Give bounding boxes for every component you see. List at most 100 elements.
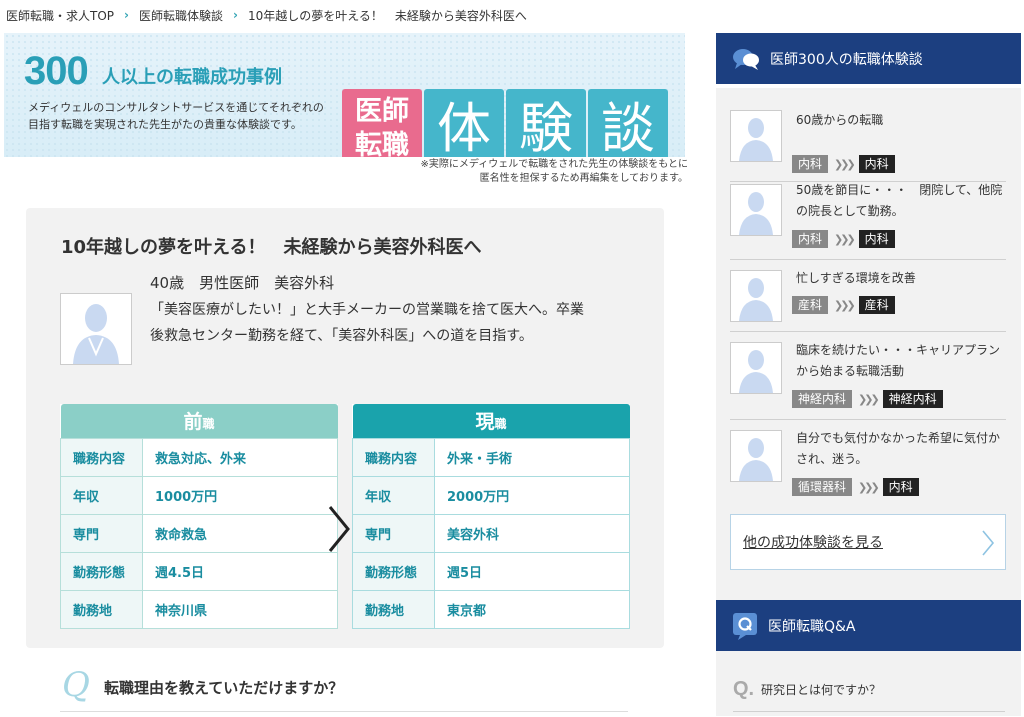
sidebar-story-title: 臨床を続けたい・・・キャリアプランから始まる転職活動 <box>796 343 1001 378</box>
table-row: 勤務地 東京都 <box>352 589 630 629</box>
row-value: 東京都 <box>434 589 630 629</box>
breadcrumb: 医師転職・求人TOP › 医師転職体験談 › 10年越しの夢を叶える！ 未経験か… <box>6 6 527 24</box>
breadcrumb-separator: › <box>232 8 238 22</box>
row-label: 年収 <box>60 475 143 515</box>
avatar <box>730 270 782 322</box>
qa-question-text: 研究日とは何ですか？ <box>761 683 882 697</box>
specialty-tags: 産科 ❯❯❯ 産科 <box>792 296 895 314</box>
banner-tile-line: 医師 <box>355 96 409 127</box>
tag-after: 産科 <box>858 296 895 314</box>
qa-list-item[interactable]: Q. 研究日とは何ですか？ <box>733 676 1005 712</box>
double-chevron-icon: ❯❯❯ <box>858 392 880 406</box>
row-value: 救急対応、外来 <box>142 437 338 477</box>
double-chevron-icon: ❯❯❯ <box>834 298 856 312</box>
sidebar-story-title: 自分でも気付かなかった希望に気付かされ、迷う。 <box>796 431 1001 466</box>
row-label: 年収 <box>352 475 435 515</box>
row-label: 専門 <box>352 513 435 553</box>
speech-bubble-icon <box>732 47 760 71</box>
tag-before: 内科 <box>792 230 829 248</box>
chevron-right-icon <box>982 530 995 556</box>
banner-headline: 人以上の転職成功事例 <box>102 67 282 88</box>
after-job-header-small: 職 <box>494 417 507 432</box>
row-value: 神奈川県 <box>142 589 338 629</box>
after-job-header-main: 現 <box>475 411 495 434</box>
avatar <box>730 184 782 236</box>
doctor-profile: 40歳 男性医師 美容外科 <box>150 274 335 292</box>
specialty-tags: 神経内科 ❯❯❯ 神経内科 <box>792 390 943 408</box>
interview-question: Q 転職理由を教えていただけますか？ <box>60 664 628 712</box>
table-row: 年収 2000万円 <box>352 475 630 515</box>
table-row: 勤務地 神奈川県 <box>60 589 338 629</box>
breadcrumb-top-link[interactable]: 医師転職・求人TOP <box>6 7 114 24</box>
double-chevron-icon: ❯❯❯ <box>834 232 856 246</box>
sidebar-story-title: 50歳を節目に・・・ 閉院して、他院の院長として勤務。 <box>796 183 1003 218</box>
row-label: 勤務地 <box>60 589 143 629</box>
qa-badge-icon <box>732 612 758 640</box>
story-title: 10年越しの夢を叶える！ 未経験から美容外科医へ <box>61 237 482 258</box>
doctor-avatar-icon <box>739 278 773 321</box>
row-value: 週4.5日 <box>142 551 338 591</box>
doctor-avatar <box>60 293 132 365</box>
sidebar-story-item[interactable]: 忙しすぎる環境を改善 産科 ❯❯❯ 産科 <box>730 260 1006 332</box>
table-row: 専門 美容外科 <box>352 513 630 553</box>
row-label: 専門 <box>60 513 143 553</box>
banner-tile-line: 転職 <box>355 130 409 157</box>
banner-disclaimer: ※実際にメディウェルで転職をされた先生の体験談をもとに匿名性を担保するため再編集… <box>420 159 688 184</box>
tag-before: 循環器科 <box>792 478 853 496</box>
more-stories-label: 他の成功体験談を見る <box>743 535 883 551</box>
row-value: 週5日 <box>434 551 630 591</box>
tag-after: 内科 <box>858 155 895 173</box>
row-label: 勤務形態 <box>60 551 143 591</box>
tag-after: 神経内科 <box>882 390 943 408</box>
row-label: 職務内容 <box>60 437 143 477</box>
sidebar-story-item[interactable]: 60歳からの転職 内科 ❯❯❯ 内科 <box>730 106 1006 182</box>
chevron-right-icon <box>328 506 350 552</box>
story-summary: 「美容医療がしたい！」と大手メーカーの営業職を捨て医大へ。卒業後救急センター勤務… <box>150 302 584 344</box>
row-value: 救命救急 <box>142 513 338 553</box>
sidebar-story-title: 忙しすぎる環境を改善 <box>796 271 916 285</box>
question-mark-icon: Q <box>62 665 90 705</box>
table-row: 勤務形態 週5日 <box>352 551 630 591</box>
sidebar-stories-title: 医師300人の転職体験談 <box>770 51 923 68</box>
double-chevron-icon: ❯❯❯ <box>858 480 880 494</box>
doctor-avatar-icon <box>739 192 773 235</box>
sidebar-qa-header: 医師転職Q&A <box>716 600 1021 651</box>
story-card: 10年越しの夢を叶える！ 未経験から美容外科医へ 40歳 男性医師 美容外科 「… <box>26 208 664 648</box>
before-job-header-main: 前 <box>183 411 203 434</box>
hero-banner: 300 人以上の転職成功事例 メディウェルのコンサルタントサービスを通じてそれぞ… <box>4 33 685 157</box>
question-mark-icon: Q. <box>733 678 755 700</box>
sidebar-story-item[interactable]: 臨床を続けたい・・・キャリアプランから始まる転職活動 神経内科 ❯❯❯ 神経内科 <box>730 332 1006 420</box>
more-stories-button[interactable]: 他の成功体験談を見る <box>730 514 1006 570</box>
after-job-table: 現職 職務内容 外来・手術 年収 2000万円 専門 美容外科 勤務形態 週5日 勤務地… <box>352 404 630 629</box>
before-job-table: 前職 職務内容 救急対応、外来 年収 1000万円 専門 救命救急 勤務形態 週4.5日… <box>60 404 338 629</box>
table-row: 職務内容 外来・手術 <box>352 437 630 477</box>
table-row: 専門 救命救急 <box>60 513 338 553</box>
sidebar-story-item[interactable]: 50歳を節目に・・・ 閉院して、他院の院長として勤務。 内科 ❯❯❯ 内科 <box>730 182 1006 260</box>
specialty-tags: 循環器科 ❯❯❯ 内科 <box>792 478 919 496</box>
tag-after: 内科 <box>858 230 895 248</box>
avatar <box>730 430 782 482</box>
after-job-header: 現職 <box>352 404 630 438</box>
avatar <box>730 110 782 162</box>
table-row: 勤務形態 週4.5日 <box>60 551 338 591</box>
double-chevron-icon: ❯❯❯ <box>834 157 856 171</box>
row-value: 美容外科 <box>434 513 630 553</box>
banner-tile: 験 <box>506 89 586 157</box>
banner-tile: 談 <box>588 89 668 157</box>
avatar <box>730 342 782 394</box>
sidebar-stories-header: 医師300人の転職体験談 <box>716 33 1021 84</box>
tag-before: 神経内科 <box>792 390 853 408</box>
sidebar-story-item[interactable]: 自分でも気付かなかった希望に気付かされ、迷う。 循環器科 ❯❯❯ 内科 <box>730 420 1006 500</box>
banner-subtext: メディウェルのコンサルタントサービスを通じてそれぞれの目指す転職を実現された先生… <box>28 101 324 131</box>
sidebar-story-title: 60歳からの転職 <box>796 113 884 127</box>
doctor-avatar-icon <box>73 304 119 364</box>
before-job-header: 前職 <box>60 404 338 438</box>
question-text: 転職理由を教えていただけますか？ <box>104 679 344 697</box>
table-row: 職務内容 救急対応、外来 <box>60 437 338 477</box>
banner-count: 300 <box>24 49 89 93</box>
breadcrumb-current: 10年越しの夢を叶える！ 未経験から美容外科医へ <box>247 8 527 23</box>
before-job-header-small: 職 <box>202 417 215 432</box>
breadcrumb-stories-link[interactable]: 医師転職体験談 <box>139 7 223 24</box>
tag-before: 産科 <box>792 296 829 314</box>
row-label: 職務内容 <box>352 437 435 477</box>
